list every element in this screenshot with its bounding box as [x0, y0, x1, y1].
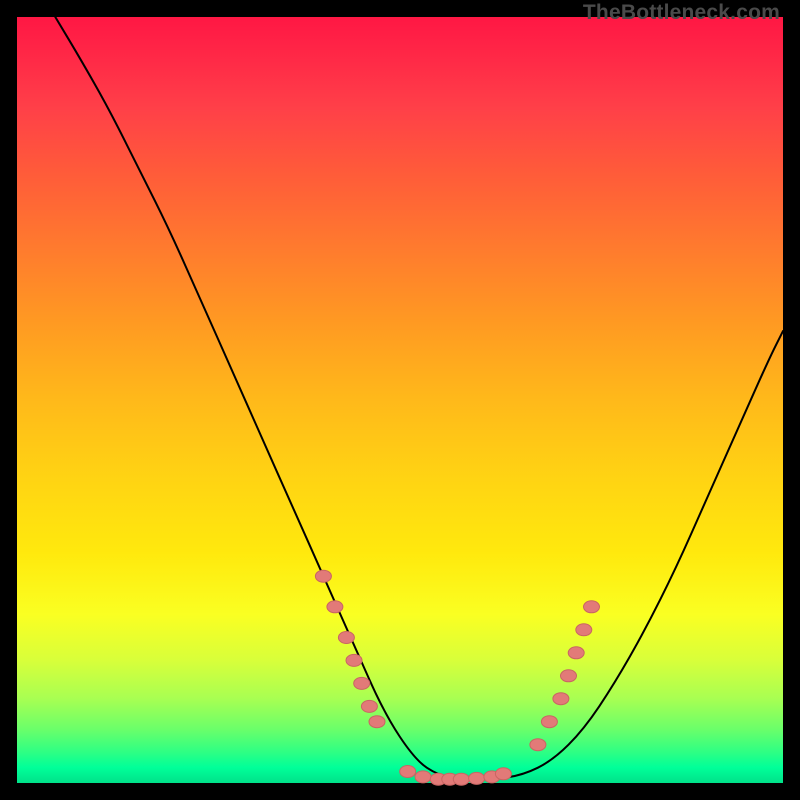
data-point [315, 570, 331, 582]
data-point [346, 654, 362, 666]
data-point [561, 670, 577, 682]
data-point [354, 677, 370, 689]
data-point [553, 693, 569, 705]
data-point [361, 700, 377, 712]
data-point [495, 768, 511, 780]
chart-svg [17, 17, 783, 783]
data-point [530, 739, 546, 751]
data-point [453, 773, 469, 785]
data-point [327, 601, 343, 613]
data-point [338, 632, 354, 644]
data-point [415, 771, 431, 783]
data-points-group [315, 570, 599, 785]
data-point [400, 766, 416, 778]
bottleneck-curve [55, 17, 783, 779]
data-point [576, 624, 592, 636]
data-point [369, 716, 385, 728]
data-point [541, 716, 557, 728]
chart-frame: TheBottleneck.com [0, 0, 800, 800]
data-point [584, 601, 600, 613]
data-point [469, 772, 485, 784]
data-point [568, 647, 584, 659]
